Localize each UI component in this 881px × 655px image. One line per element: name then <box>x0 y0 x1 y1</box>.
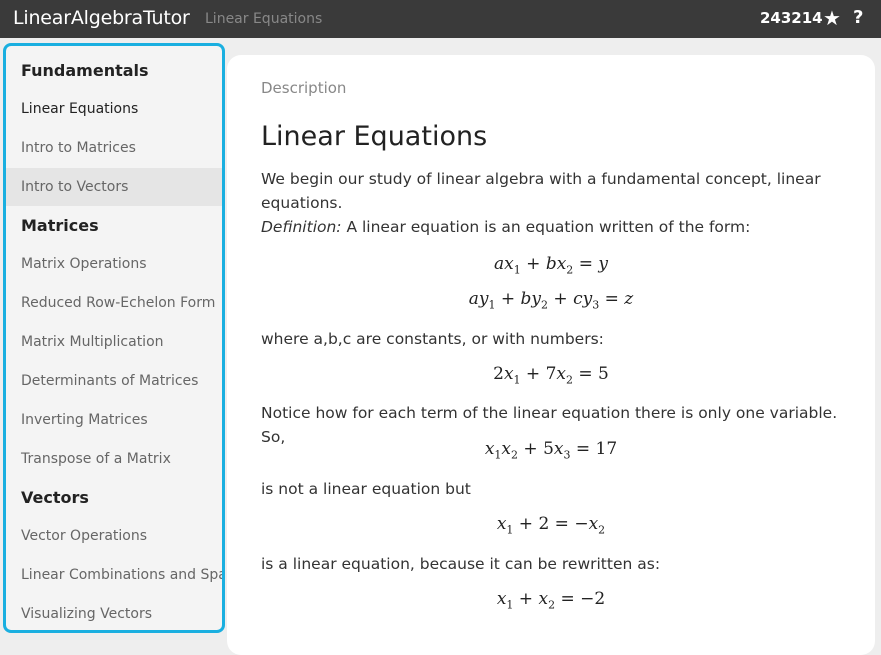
equation-6: x1 + x2 = −2 <box>496 589 606 612</box>
sidebar-item-intro-to-vectors[interactable]: Intro to Vectors <box>6 168 222 206</box>
equation-3: 2x1 + 7x2 = 5 <box>493 364 609 387</box>
sidebar-item-inverting-matrices[interactable]: Inverting Matrices <box>6 401 222 439</box>
definition-term: Definition: <box>261 218 342 236</box>
equation-1: ax1 + bx2 = y <box>494 254 608 277</box>
sidebar-item-intro-to-matrices[interactable]: Intro to Matrices <box>6 129 222 167</box>
section-heading-matrices: Matrices <box>21 216 99 235</box>
sidebar-item-transpose-of-a-matrix[interactable]: Transpose of a Matrix <box>6 440 222 478</box>
sidebar-item-matrix-multiplication[interactable]: Matrix Multiplication <box>6 323 222 361</box>
equation-4: x1x2 + 5x3 = 17 <box>484 439 618 462</box>
sidebar-item-visualizing-vectors[interactable]: Visualizing Vectors <box>6 595 222 630</box>
sidebar-item-reduced-row-echelon-form[interactable]: Reduced Row-Echelon Form <box>6 284 222 322</box>
page-title: Linear Equations <box>261 121 488 152</box>
section-heading-fundamentals: Fundamentals <box>21 61 149 80</box>
app-logo[interactable]: LinearAlgebraTutor <box>13 7 190 29</box>
definition-text: A linear equation is an equation written… <box>341 218 751 236</box>
paragraph-not-linear: is not a linear equation but <box>261 480 471 498</box>
top-bar: LinearAlgebraTutor Linear Equations 2432… <box>0 0 881 38</box>
sidebar-item-vector-operations[interactable]: Vector Operations <box>6 517 222 555</box>
equation-2: ay1 + by2 + cy3 = z <box>468 289 634 312</box>
paragraph-constants: where a,b,c are constants, or with numbe… <box>261 330 604 348</box>
question-icon[interactable]: ? <box>853 7 863 28</box>
paragraph-rewritten: is a linear equation, because it can be … <box>261 555 661 573</box>
intro-paragraph: We begin our study of linear algebra wit… <box>261 170 821 212</box>
sidebar-item-linear-combinations-and-span[interactable]: Linear Combinations and Span <box>6 556 222 594</box>
lesson-content: Description Linear Equations We begin ou… <box>227 55 875 655</box>
equation-5: x1 + 2 = −x2 <box>496 514 606 537</box>
star-icon[interactable]: ★ <box>823 6 841 30</box>
description-label: Description <box>261 79 347 97</box>
sidebar-item-linear-equations[interactable]: Linear Equations <box>6 90 222 128</box>
breadcrumb: Linear Equations <box>205 11 323 27</box>
sidebar-item-matrix-operations[interactable]: Matrix Operations <box>6 245 222 283</box>
definition-paragraph: Definition: A linear equation is an equa… <box>261 215 851 239</box>
score-counter: 243214 <box>760 9 823 27</box>
section-heading-vectors: Vectors <box>21 488 89 507</box>
topic-sidebar: Fundamentals Linear Equations Intro to M… <box>3 43 225 633</box>
sidebar-item-determinants-of-matrices[interactable]: Determinants of Matrices <box>6 362 222 400</box>
